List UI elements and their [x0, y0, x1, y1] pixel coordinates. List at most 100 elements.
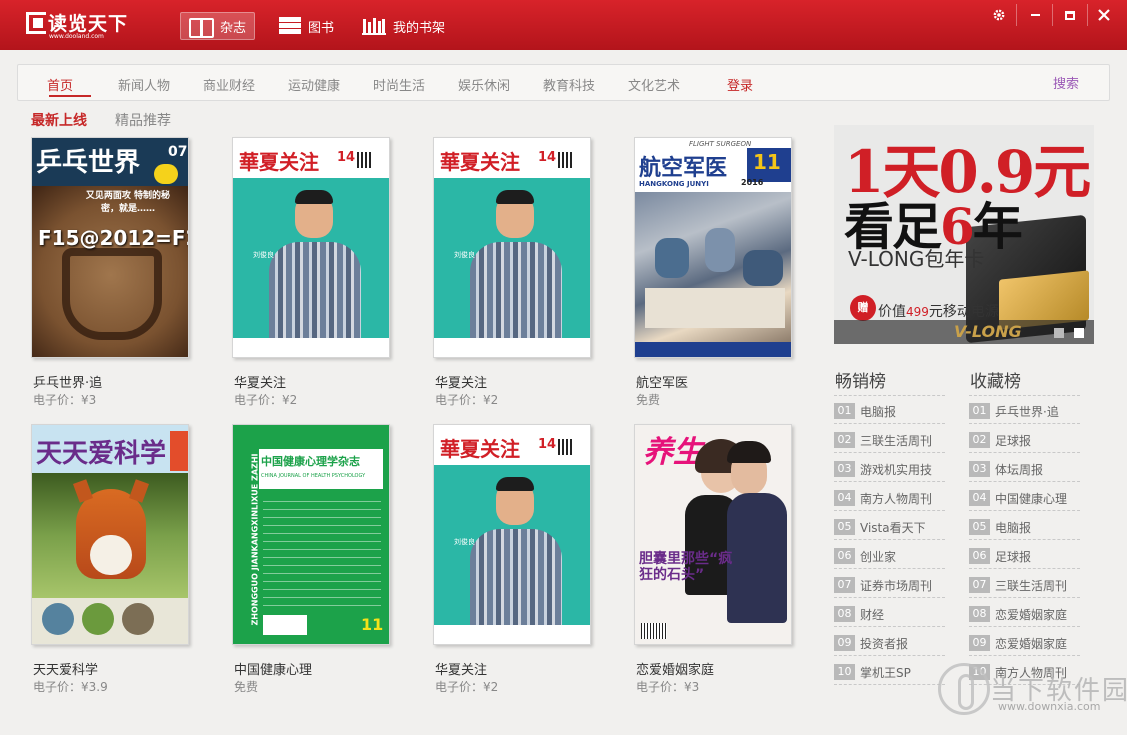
books-icon — [279, 17, 301, 35]
rank-name: 恋爱婚姻家庭 — [995, 637, 1068, 651]
rank-item[interactable]: 06 足球报 — [969, 543, 1095, 572]
rank-name: 掌机王SP — [860, 666, 911, 680]
nav-bookshelf-label: 我的书架 — [393, 20, 446, 36]
rank-number: 04 — [969, 490, 990, 506]
card-brand-text: V-LONG — [954, 322, 1022, 341]
magazine-price: 电子价：¥3 — [636, 680, 700, 694]
carousel-dot[interactable] — [1054, 328, 1064, 338]
nav-magazines[interactable]: 杂志 — [180, 12, 256, 40]
rank-item[interactable]: 07 三联生活周刊 — [969, 572, 1095, 601]
rank-item[interactable]: 08 财经 — [834, 601, 960, 630]
cover-title: 華夏关注 — [239, 150, 319, 174]
magazine-cover[interactable]: 天天爱科学 — [31, 424, 189, 645]
magazine-cover[interactable]: FLIGHT SURGEON 航空军医 11 HANGKONG JUNYI 20… — [634, 137, 792, 358]
promo-banner[interactable]: 1天0.9元 看足6年 V-LONG包年卡 赠 价值499元移动电源 V-LON… — [834, 125, 1094, 344]
cover-headline: F15@2012=F22 — [38, 226, 188, 250]
rank-name: 中国健康心理 — [995, 492, 1068, 506]
category-news-people[interactable]: 新闻人物 — [118, 75, 170, 94]
cover-title: 華夏关注 — [440, 150, 520, 174]
rank-name: 财经 — [860, 608, 885, 622]
cover-caption: 刘俊良 — [454, 538, 475, 546]
rank-number: 04 — [834, 490, 855, 506]
cover-en-title: FLIGHT SURGEON — [689, 140, 752, 148]
magazine-price: 电子价：¥2 — [435, 393, 499, 407]
category-business[interactable]: 商业财经 — [203, 75, 255, 94]
tab-featured[interactable]: 精品推荐 — [115, 110, 171, 130]
cover-title: 养生 — [643, 435, 703, 470]
magazine-title[interactable]: 华夏关注 — [435, 659, 487, 678]
magazine-price: 免费 — [234, 680, 259, 694]
magazine-title[interactable]: 天天爱科学 — [33, 659, 98, 678]
favorites-title: 收藏榜 — [970, 372, 1021, 392]
cover-headline: 胆囊里那些“疯狂的石头” — [639, 551, 733, 583]
maximize-button[interactable] — [1055, 4, 1085, 26]
rank-item[interactable]: 03 体坛周报 — [969, 456, 1095, 485]
rank-item[interactable]: 07 证券市场周刊 — [834, 572, 960, 601]
rank-number: 09 — [969, 635, 990, 651]
rank-name: 投资者报 — [860, 637, 909, 651]
carousel-dot-active[interactable] — [1074, 328, 1084, 338]
magazine-cover[interactable]: 乒乓世界 07 又见两面攻 特制的秘密，就是…… F15@2012=F22 — [31, 137, 189, 358]
cover-title: 華夏关注 — [440, 437, 520, 461]
magazine-cover[interactable]: 華夏关注 14 刘俊良 — [232, 137, 390, 358]
rank-item[interactable]: 08 恋爱婚姻家庭 — [969, 601, 1095, 630]
cover-pinyin: HANGKONG JUNYI — [639, 180, 709, 188]
magazine-title[interactable]: 航空军医 — [636, 372, 688, 391]
nav-books[interactable]: 图书 — [279, 12, 334, 40]
rank-item[interactable]: 09 恋爱婚姻家庭 — [969, 630, 1095, 659]
magazine-cover[interactable]: 中国健康心理学杂志 CHINA JOURNAL OF HEALTH PSYCHO… — [232, 424, 390, 645]
minimize-icon — [1030, 14, 1040, 16]
nav-books-label: 图书 — [308, 20, 335, 36]
rank-name: 三联生活周刊 — [860, 434, 933, 448]
category-sports-health[interactable]: 运动健康 — [288, 75, 340, 94]
magazine-title[interactable]: 恋爱婚姻家庭 — [636, 659, 714, 678]
category-bar: 首页 新闻人物 商业财经 运动健康 时尚生活 娱乐休闲 教育科技 文化艺术 登录… — [17, 64, 1110, 101]
nav-bookshelf[interactable]: 我的书架 — [362, 12, 445, 40]
magazine-title[interactable]: 华夏关注 — [435, 372, 487, 391]
close-icon — [1098, 9, 1110, 21]
rank-number: 07 — [834, 577, 855, 593]
magazine-price: 电子价：¥3 — [33, 393, 97, 407]
rank-number: 03 — [834, 461, 855, 477]
category-edu-tech[interactable]: 教育科技 — [543, 75, 595, 94]
watermark-url: www.downxia.com — [998, 700, 1101, 713]
login-link[interactable]: 登录 — [727, 75, 753, 94]
category-culture-art[interactable]: 文化艺术 — [628, 75, 680, 94]
magazine-cover[interactable]: 养生 胆囊里那些“疯狂的石头” — [634, 424, 792, 645]
magazine-title[interactable]: 华夏关注 — [234, 372, 286, 391]
rank-item[interactable]: 05 电脑报 — [969, 514, 1095, 543]
category-home[interactable]: 首页 — [47, 75, 73, 94]
close-button[interactable] — [1089, 4, 1119, 26]
rank-number: 08 — [969, 606, 990, 622]
minimize-button[interactable] — [1020, 4, 1050, 26]
category-entertainment[interactable]: 娱乐休闲 — [458, 75, 510, 94]
rank-item[interactable]: 06 创业家 — [834, 543, 960, 572]
magazine-title[interactable]: 中国健康心理 — [234, 659, 312, 678]
active-category-underline — [49, 95, 91, 97]
cover-subtitle: 又见两面攻 特制的秘密，就是…… — [85, 191, 171, 214]
rank-item[interactable]: 04 南方人物周刊 — [834, 485, 960, 514]
search-link[interactable]: 搜索 — [1053, 73, 1079, 92]
magazine-cover[interactable]: 華夏关注 14 刘俊良 — [433, 137, 591, 358]
category-fashion[interactable]: 时尚生活 — [373, 75, 425, 94]
rank-number: 08 — [834, 606, 855, 622]
rank-name: 电脑报 — [995, 521, 1032, 535]
window-separator — [1016, 4, 1017, 26]
tab-latest[interactable]: 最新上线 — [31, 110, 87, 130]
rank-item[interactable]: 05 Vista看天下 — [834, 514, 960, 543]
magazine-title[interactable]: 乒乓世界·追 — [33, 372, 102, 391]
rank-item[interactable]: 09 投资者报 — [834, 630, 960, 659]
rank-item[interactable]: 04 中国健康心理 — [969, 485, 1095, 514]
rank-item[interactable]: 02 三联生活周刊 — [834, 427, 960, 456]
divider — [969, 395, 1080, 396]
app-url: www.dooland.com — [49, 33, 104, 40]
rank-item[interactable]: 02 足球报 — [969, 427, 1095, 456]
magazine-cover[interactable]: 華夏关注 14 刘俊良 — [433, 424, 591, 645]
rank-item[interactable]: 01 电脑报 — [834, 398, 960, 427]
rank-number: 02 — [834, 432, 855, 448]
rank-item[interactable]: 03 游戏机实用技 — [834, 456, 960, 485]
rank-number: 03 — [969, 461, 990, 477]
rank-item[interactable]: 01 乒乓世界·追 — [969, 398, 1095, 427]
magazine-price: 电子价：¥2 — [435, 680, 499, 694]
settings-button[interactable] — [984, 4, 1014, 26]
